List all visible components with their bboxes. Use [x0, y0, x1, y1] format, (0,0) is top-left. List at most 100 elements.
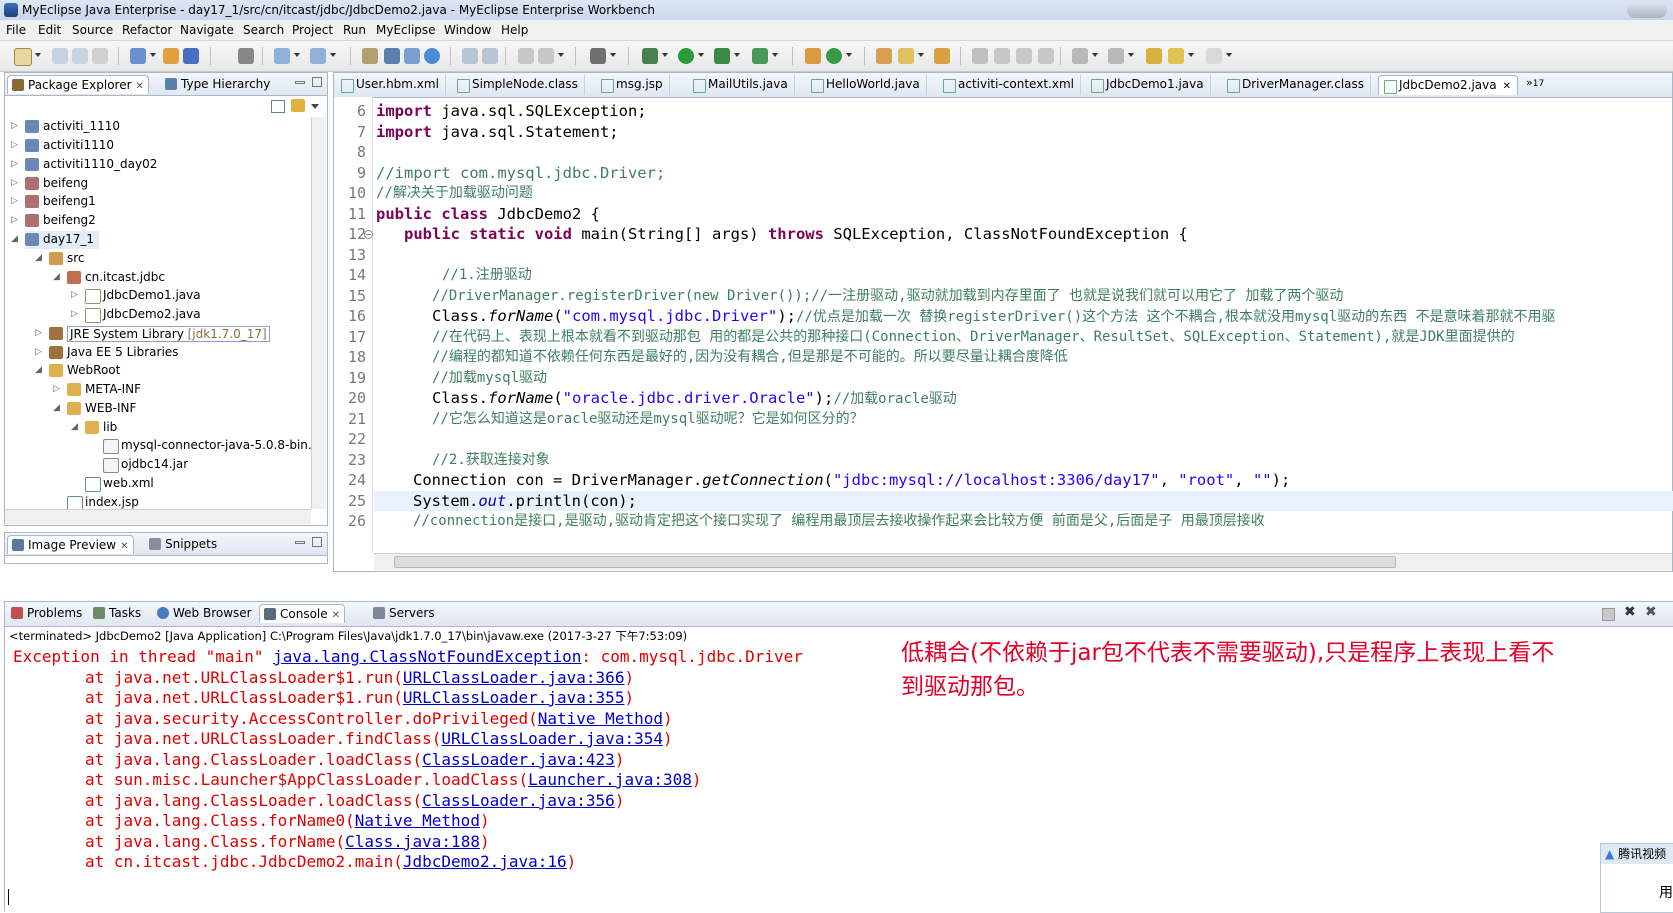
menu-refactor[interactable]: Refactor — [122, 23, 172, 37]
dropdown-icon[interactable] — [1092, 53, 1098, 57]
tab-console[interactable]: Console ✕ — [259, 604, 346, 623]
dropdown-icon[interactable] — [1188, 53, 1194, 57]
next-annotation-icon[interactable] — [1072, 48, 1088, 64]
toggle-mark-icon[interactable] — [972, 48, 988, 64]
editor-tab-simplenode-class[interactable]: SimpleNode.class — [452, 75, 585, 95]
minimize-icon[interactable] — [295, 81, 305, 84]
remove-launch-icon[interactable]: ✖ — [1624, 604, 1636, 620]
expand-icon[interactable]: ▷ — [11, 196, 18, 206]
dropdown-icon[interactable] — [330, 53, 336, 57]
save-all-icon[interactable] — [72, 48, 88, 64]
dropdown-icon[interactable] — [698, 53, 704, 57]
close-icon[interactable]: ✕ — [332, 610, 340, 621]
expand-icon[interactable]: ▷ — [71, 309, 78, 319]
editor-tab-user-hbm-xml[interactable]: User.hbm.xml — [336, 75, 446, 95]
terminate-icon[interactable] — [1602, 608, 1615, 621]
tencent-video-popup[interactable]: ▲ 腾讯视频 用 — [1600, 843, 1673, 913]
menu-myeclipse[interactable]: MyEclipse — [376, 23, 436, 37]
tab-web-browser[interactable]: Web Browser — [153, 604, 256, 623]
editor-tab-msg-jsp[interactable]: msg.jsp — [596, 75, 670, 95]
editor-tab-jdbcdemo1-java[interactable]: JdbcDemo1.java — [1086, 75, 1211, 95]
open-folder-icon[interactable] — [876, 48, 892, 64]
expand-icon[interactable]: ▷ — [11, 159, 18, 169]
maximize-icon[interactable] — [312, 537, 322, 547]
dropdown-icon[interactable] — [150, 53, 156, 57]
show-whitespace-icon[interactable] — [1016, 48, 1032, 64]
menu-project[interactable]: Project — [292, 23, 333, 37]
remove-all-icon[interactable]: ✖ — [1645, 604, 1657, 620]
collapse-icon[interactable]: ◢ — [35, 365, 42, 375]
new-package-icon[interactable] — [826, 48, 842, 64]
back-icon[interactable] — [1168, 48, 1184, 64]
tab-package-explorer[interactable]: Package Explorer ✕ — [7, 75, 149, 94]
expand-icon[interactable]: ▷ — [53, 384, 60, 394]
monitor-icon[interactable] — [590, 48, 606, 64]
collapse-icon[interactable]: ◢ — [53, 403, 60, 413]
source-link[interactable]: Class.java:188 — [345, 832, 480, 851]
expand-icon[interactable]: ▷ — [35, 347, 42, 357]
editor-tab-mailutils-java[interactable]: MailUtils.java — [688, 75, 795, 95]
maximize-icon[interactable] — [312, 77, 322, 87]
toolbar-disabled-icon[interactable] — [518, 48, 534, 64]
collapse-icon[interactable]: ◢ — [11, 234, 18, 244]
menu-file[interactable]: File — [6, 23, 26, 37]
external-tools-icon[interactable] — [752, 48, 768, 64]
wizard-icon[interactable] — [274, 48, 290, 64]
last-edit-icon[interactable] — [1146, 48, 1162, 64]
tab-image-preview[interactable]: Image Preview ✕ — [7, 535, 134, 554]
new-class-icon[interactable] — [805, 48, 821, 64]
print-icon[interactable] — [92, 48, 108, 64]
collapse-icon[interactable]: ◢ — [71, 422, 78, 432]
toolbar-misc-icon[interactable] — [462, 48, 478, 64]
menu-window[interactable]: Window — [444, 23, 491, 37]
dropdown-icon[interactable] — [610, 53, 616, 57]
expand-icon[interactable]: ▷ — [11, 140, 18, 150]
expand-icon[interactable]: ▷ — [11, 121, 18, 131]
toolbar-misc2-icon[interactable] — [482, 48, 498, 64]
scrollbar-thumb[interactable] — [394, 556, 1396, 568]
editor-tab-helloworld-java[interactable]: HelloWorld.java — [806, 75, 927, 95]
editor-tab-jdbcdemo2-java[interactable]: JdbcDemo2.java ✕ — [1378, 75, 1519, 95]
tree-vertical-scrollbar[interactable] — [311, 117, 326, 509]
source-link[interactable]: JdbcDemo2.java:16 — [403, 852, 567, 871]
source-link[interactable]: URLClassLoader.java:355 — [403, 688, 625, 707]
source-link[interactable]: URLClassLoader.java:354 — [441, 729, 663, 748]
search-icon[interactable] — [404, 48, 420, 64]
tree-item-day17_1[interactable]: ◢ day17_1 — [11, 231, 99, 249]
server-icon[interactable] — [163, 48, 179, 64]
menu-help[interactable]: Help — [501, 23, 528, 37]
source-link[interactable]: ClassLoader.java:423 — [422, 750, 615, 769]
source-link[interactable]: Native Method — [538, 709, 663, 728]
forward-icon[interactable] — [1206, 48, 1222, 64]
menu-edit[interactable]: Edit — [38, 23, 61, 37]
toggle-block-icon[interactable] — [994, 48, 1010, 64]
build-icon[interactable] — [362, 48, 378, 64]
editor-horizontal-scrollbar[interactable] — [374, 553, 1672, 570]
dropdown-icon[interactable] — [734, 53, 740, 57]
save-icon[interactable] — [52, 48, 68, 64]
more-tabs-button[interactable]: »17 — [1526, 76, 1544, 89]
menu-search[interactable]: Search — [243, 23, 284, 37]
menu-navigate[interactable]: Navigate — [180, 23, 234, 37]
prev-annotation-icon[interactable] — [1108, 48, 1124, 64]
run-icon[interactable] — [678, 48, 694, 64]
paragraph-icon[interactable] — [1038, 48, 1054, 64]
tab-type-hierarchy[interactable]: Type Hierarchy — [161, 75, 274, 94]
close-icon[interactable]: ✕ — [120, 541, 128, 552]
new-dropdown-icon[interactable] — [35, 53, 41, 57]
dropdown-icon[interactable] — [294, 53, 300, 57]
expand-icon[interactable]: ▷ — [11, 215, 18, 225]
fold-icon[interactable]: − — [364, 230, 373, 239]
deploy-icon[interactable] — [183, 48, 199, 64]
dropdown-icon[interactable] — [1128, 53, 1134, 57]
expand-icon[interactable]: ▷ — [11, 178, 18, 188]
minimize-icon[interactable] — [295, 541, 305, 544]
editor-tab-activiti-context-xml[interactable]: activiti-context.xml — [938, 75, 1081, 95]
dropdown-icon[interactable] — [846, 53, 852, 57]
link-with-editor-icon[interactable] — [291, 99, 305, 112]
dropdown-icon[interactable] — [772, 53, 778, 57]
globe-icon[interactable] — [424, 48, 440, 64]
exception-class-link[interactable]: java.lang.ClassNotFoundException — [273, 647, 581, 666]
tab-servers[interactable]: Servers — [369, 604, 439, 623]
annotation-icon[interactable] — [934, 48, 950, 64]
